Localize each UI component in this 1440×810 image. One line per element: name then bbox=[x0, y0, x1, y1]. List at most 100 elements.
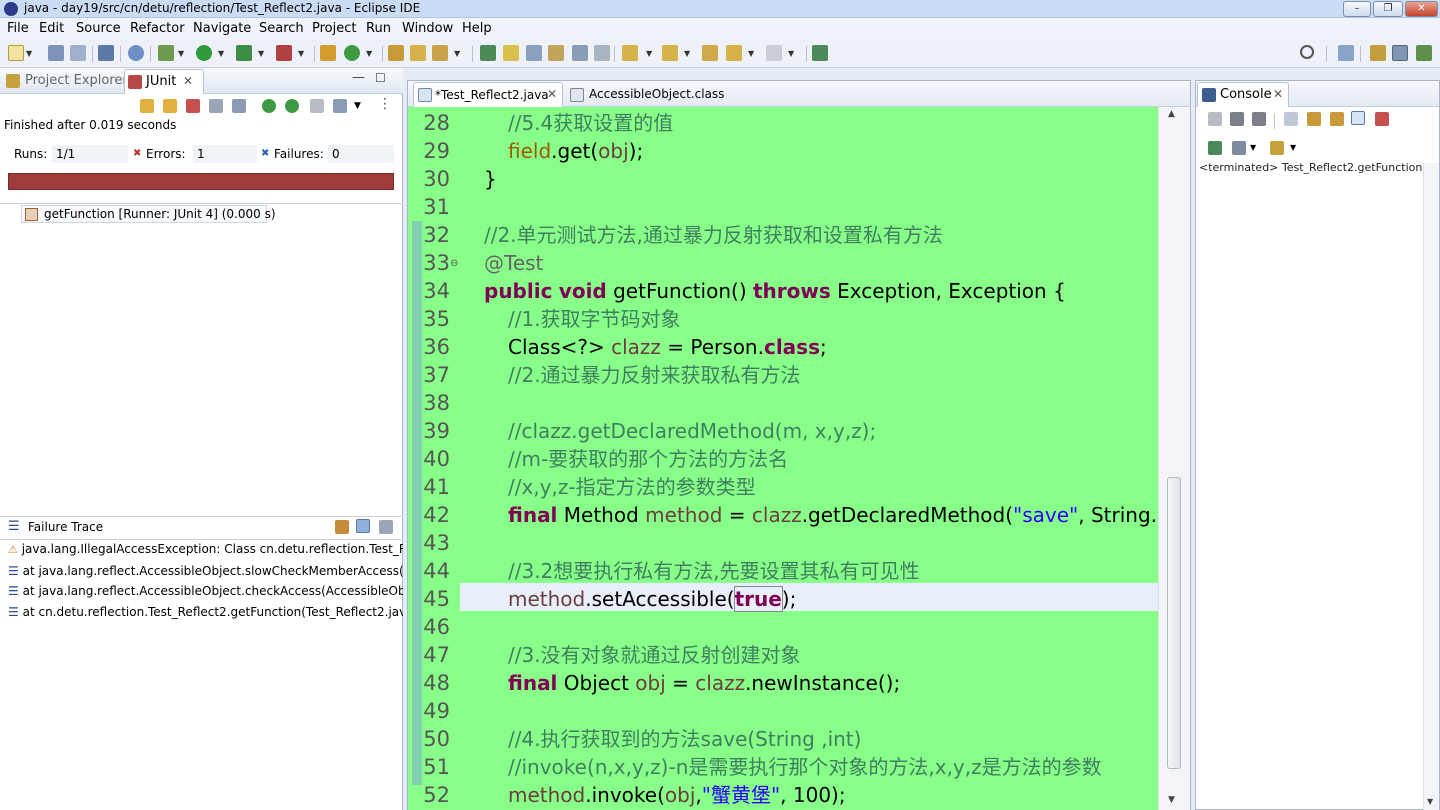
tab-accessible-object[interactable]: AccessibleObject.class bbox=[589, 87, 724, 101]
history-dropdown-icon[interactable]: ▼ bbox=[354, 101, 361, 111]
trace-line[interactable]: ⚠ java.lang.IllegalAccessException: Clas… bbox=[8, 542, 403, 562]
debug-icon[interactable] bbox=[158, 45, 174, 61]
next-annotation-icon[interactable] bbox=[622, 45, 638, 61]
trace-line[interactable]: ☰ at cn.detu.reflection.Test_Reflect2.ge… bbox=[8, 605, 403, 625]
console-vertical-scrollbar[interactable]: ▼ bbox=[1423, 163, 1439, 810]
show-failures-only-icon[interactable] bbox=[186, 99, 200, 113]
terminate-icon[interactable] bbox=[1208, 112, 1222, 126]
save-all-icon[interactable] bbox=[70, 45, 86, 61]
maximize-button[interactable]: ❐ bbox=[1373, 1, 1403, 17]
tab-test-reflect2[interactable]: *Test_Reflect2.java ✕ bbox=[413, 82, 563, 107]
rerun-failures-first-icon[interactable] bbox=[285, 99, 299, 113]
java-ee-perspective-icon[interactable] bbox=[1370, 45, 1386, 61]
previous-annotation-icon[interactable] bbox=[662, 45, 678, 61]
close-button[interactable]: ✕ bbox=[1405, 1, 1438, 17]
menu-source[interactable]: Source bbox=[76, 21, 121, 36]
scroll-down-icon[interactable]: ▼ bbox=[1168, 795, 1175, 805]
open-console-icon[interactable] bbox=[1270, 141, 1284, 155]
last-edit-icon[interactable] bbox=[702, 45, 718, 61]
run-icon[interactable] bbox=[196, 45, 212, 61]
show-skipped-icon[interactable] bbox=[209, 99, 223, 113]
debug-perspective-icon[interactable] bbox=[1416, 45, 1432, 61]
previous-annotation-dropdown-icon[interactable]: ▼ bbox=[684, 49, 690, 58]
test-run-history-icon[interactable] bbox=[333, 99, 347, 113]
stop-test-icon[interactable] bbox=[310, 99, 324, 113]
editor-vertical-scrollbar[interactable]: ▲ ▼ bbox=[1158, 107, 1190, 810]
close-tab-icon[interactable]: ✕ bbox=[1273, 87, 1283, 101]
tab-junit[interactable]: JUnit ✕ bbox=[124, 69, 204, 94]
tab-console[interactable]: Console ✕ bbox=[1197, 82, 1289, 107]
forward-dropdown-icon[interactable]: ▼ bbox=[788, 49, 794, 58]
tab-project-explorer[interactable]: Project Explorer bbox=[25, 73, 128, 88]
scrollbar-thumb[interactable] bbox=[1167, 477, 1181, 769]
run-dropdown-icon[interactable]: ▼ bbox=[218, 49, 224, 58]
highlight-icon[interactable] bbox=[503, 45, 519, 61]
maximize-view-icon[interactable]: ☐ bbox=[375, 71, 386, 85]
close-tab-icon[interactable]: ✕ bbox=[183, 74, 193, 88]
menu-window[interactable]: Window bbox=[402, 21, 453, 36]
scroll-up-icon[interactable]: ▲ bbox=[1168, 109, 1175, 119]
trace-line[interactable]: ☰ at java.lang.reflect.AccessibleObject.… bbox=[8, 584, 403, 604]
menu-refactor[interactable]: Refactor bbox=[130, 21, 185, 36]
menu-navigate[interactable]: Navigate bbox=[193, 21, 251, 36]
new-dropdown-icon[interactable]: ▼ bbox=[26, 49, 32, 58]
pin-console-icon[interactable] bbox=[1208, 141, 1222, 155]
menu-run[interactable]: Run bbox=[366, 21, 391, 36]
rerun-test-icon[interactable] bbox=[262, 99, 276, 113]
scroll-lock-icon[interactable] bbox=[1307, 112, 1321, 126]
coverage-dropdown-icon[interactable]: ▼ bbox=[258, 49, 264, 58]
back-icon[interactable] bbox=[726, 45, 742, 61]
menu-search[interactable]: Search bbox=[259, 21, 304, 36]
open-perspective-icon[interactable] bbox=[1338, 45, 1354, 61]
skip-breakpoints-icon[interactable] bbox=[128, 45, 144, 61]
word-wrap-icon[interactable] bbox=[572, 45, 588, 61]
menu-edit[interactable]: Edit bbox=[39, 21, 64, 36]
debug-dropdown-icon[interactable]: ▼ bbox=[178, 49, 184, 58]
forward-icon[interactable] bbox=[766, 45, 782, 61]
pin-editor-icon[interactable] bbox=[812, 45, 828, 61]
close-tab-icon[interactable]: ✕ bbox=[547, 87, 557, 101]
scroll-lock-icon[interactable] bbox=[232, 99, 246, 113]
toggle-mark-icon[interactable] bbox=[480, 45, 496, 61]
display-selected-console-icon[interactable] bbox=[1232, 141, 1246, 155]
menu-file[interactable]: File bbox=[7, 21, 29, 36]
previous-failure-icon[interactable] bbox=[163, 99, 177, 113]
view-menu-icon[interactable]: ⋮ bbox=[378, 96, 392, 112]
show-console-on-error-icon[interactable] bbox=[1375, 112, 1389, 126]
code-area[interactable]: //5.4获取设置的值 field.get(obj); } //2.单元测试方法… bbox=[460, 107, 1158, 810]
open-task-icon[interactable] bbox=[410, 45, 426, 61]
open-type-icon[interactable] bbox=[388, 45, 404, 61]
terminal-icon[interactable] bbox=[98, 45, 114, 61]
search-dropdown-icon[interactable]: ▼ bbox=[454, 49, 460, 58]
fold-icon[interactable]: ⊖ bbox=[450, 258, 458, 269]
open-console-dropdown-icon[interactable]: ▼ bbox=[1290, 143, 1296, 152]
next-failure-icon[interactable] bbox=[140, 99, 154, 113]
test-tree-item[interactable]: getFunction [Runner: JUnit 4] (0.000 s) bbox=[21, 205, 276, 223]
word-wrap-icon[interactable] bbox=[1330, 112, 1344, 126]
save-icon[interactable] bbox=[48, 45, 64, 61]
menu-help[interactable]: Help bbox=[462, 21, 492, 36]
show-whitespace-icon[interactable] bbox=[548, 45, 564, 61]
clear-console-icon[interactable] bbox=[1284, 112, 1298, 126]
copy-trace-icon[interactable] bbox=[379, 520, 393, 534]
new-java-project-icon[interactable] bbox=[320, 45, 336, 61]
show-console-on-output-icon[interactable] bbox=[1351, 111, 1365, 125]
menu-project[interactable]: Project bbox=[312, 21, 356, 36]
search-icon[interactable] bbox=[1300, 45, 1314, 59]
block-selection-icon[interactable] bbox=[526, 45, 542, 61]
filter-trace-icon[interactable] bbox=[335, 520, 349, 534]
trace-line[interactable]: ☰ at java.lang.reflect.AccessibleObject.… bbox=[8, 564, 403, 584]
back-dropdown-icon[interactable]: ▼ bbox=[748, 49, 754, 58]
java-perspective-icon[interactable] bbox=[1392, 45, 1408, 61]
external-tools-icon[interactable] bbox=[276, 45, 292, 61]
scroll-down-icon[interactable]: ▼ bbox=[1427, 797, 1433, 806]
new-class-icon[interactable] bbox=[344, 45, 360, 61]
remove-all-terminated-icon[interactable] bbox=[1252, 112, 1266, 126]
minimize-button[interactable]: – bbox=[1343, 1, 1371, 17]
next-annotation-dropdown-icon[interactable]: ▼ bbox=[646, 49, 652, 58]
search-tool-icon[interactable] bbox=[432, 45, 448, 61]
new-class-dropdown-icon[interactable]: ▼ bbox=[366, 49, 372, 58]
external-tools-dropdown-icon[interactable]: ▼ bbox=[298, 49, 304, 58]
minimize-view-icon[interactable]: — bbox=[352, 70, 365, 85]
new-icon[interactable] bbox=[8, 45, 24, 61]
